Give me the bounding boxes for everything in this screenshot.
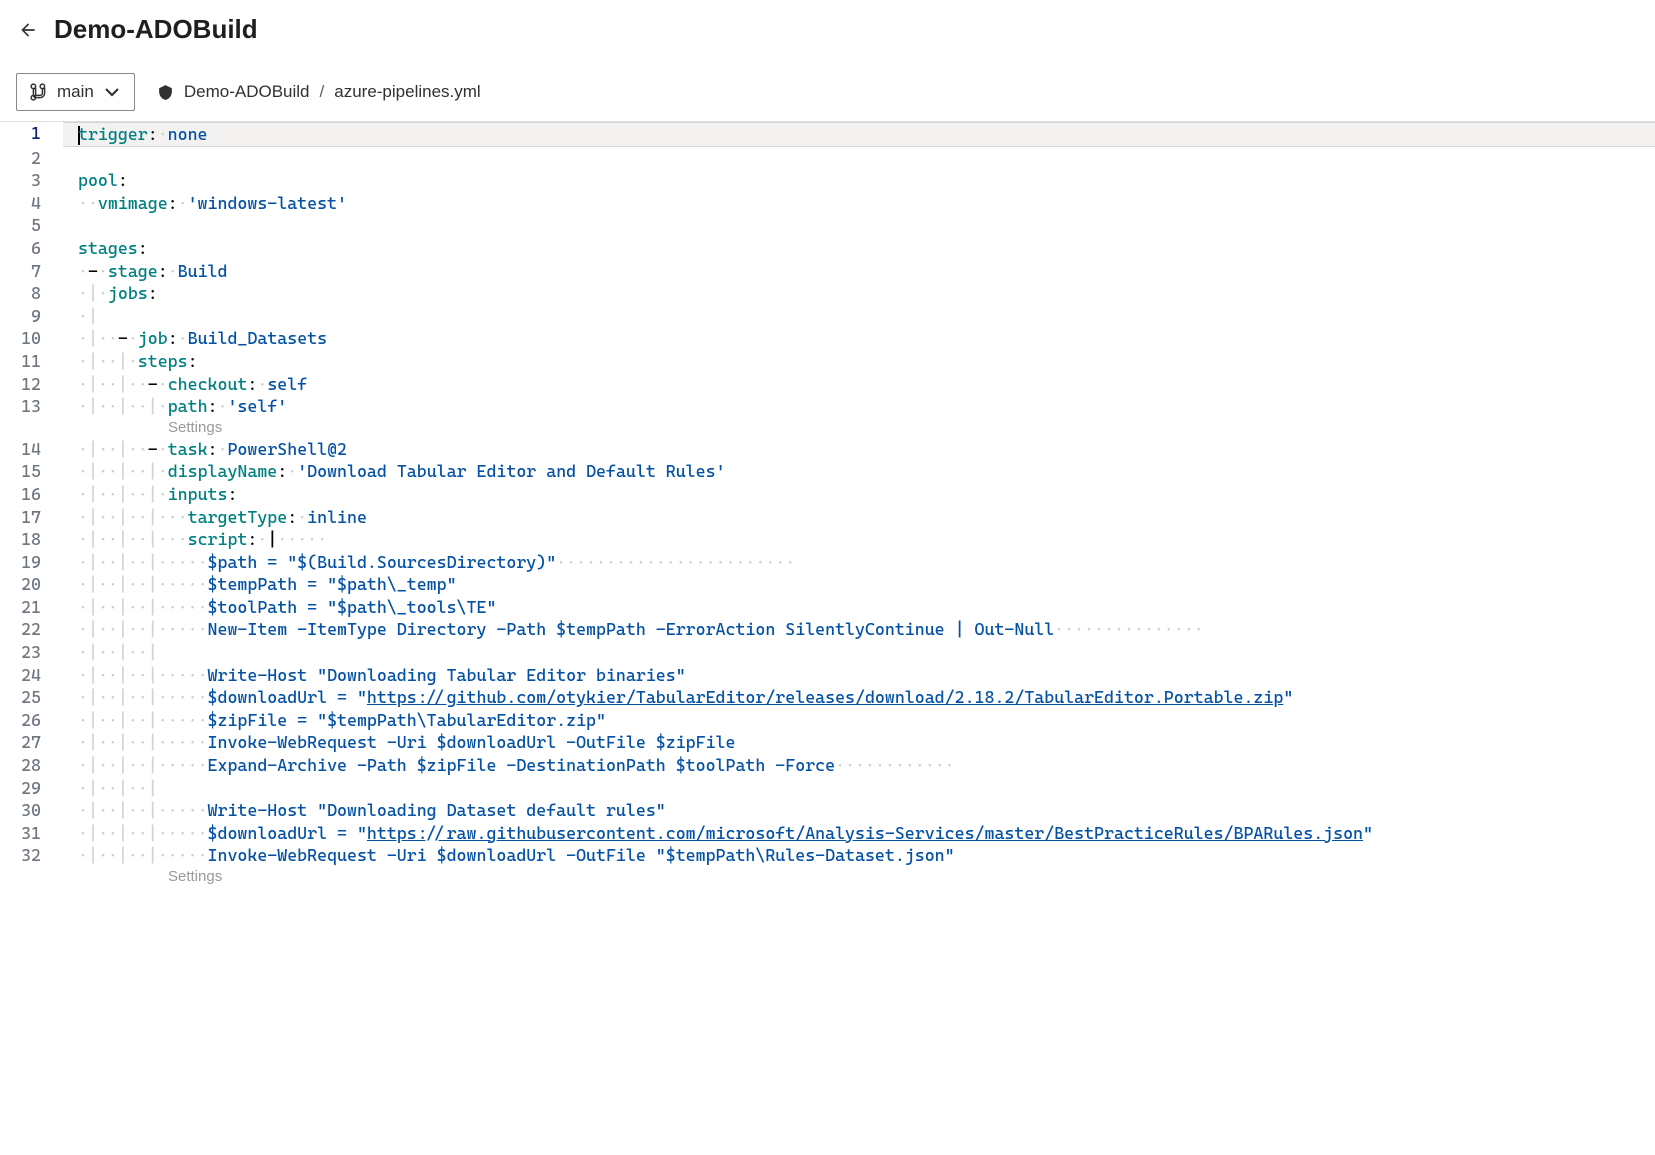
line-number: 1 xyxy=(0,122,63,145)
code-line-20: 20·|··|··|·····$tempPath = "$path\_temp" xyxy=(0,573,1655,596)
breadcrumb-file[interactable]: azure-pipelines.yml xyxy=(334,82,480,102)
page-title: Demo-ADOBuild xyxy=(54,14,258,45)
line-number: 8 xyxy=(0,282,63,305)
line-number: 21 xyxy=(0,596,63,619)
line-number: 11 xyxy=(0,350,63,373)
code-line-13: 13·|··|··|·path:·'self' xyxy=(0,395,1655,418)
codelens-settings[interactable]: Settings xyxy=(63,867,1655,887)
code-line-6: 6stages: xyxy=(0,237,1655,260)
code-line-21: 21·|··|··|·····$toolPath = "$path\_tools… xyxy=(0,596,1655,619)
line-number: 15 xyxy=(0,460,63,483)
line-number: 28 xyxy=(0,754,63,777)
code-line-2: 2 xyxy=(0,147,1655,170)
line-number: 4 xyxy=(0,192,63,215)
code-editor[interactable]: 1trigger:·none 2 3pool: 4··vmimage:·'win… xyxy=(0,122,1655,887)
line-number: 32 xyxy=(0,844,63,867)
code-line-5: 5 xyxy=(0,214,1655,237)
code-line-32: 32·|··|··|·····Invoke-WebRequest -Uri $d… xyxy=(0,844,1655,867)
branch-picker[interactable]: main xyxy=(16,73,135,111)
line-number: 17 xyxy=(0,506,63,529)
code-line-4: 4··vmimage:·'windows-latest' xyxy=(0,192,1655,215)
line-number: 16 xyxy=(0,483,63,506)
code-line-11: 11·|··|·steps: xyxy=(0,350,1655,373)
back-button[interactable] xyxy=(16,18,40,42)
code-line-10: 10·|··-·job:·Build_Datasets xyxy=(0,327,1655,350)
code-line-30: 30·|··|··|·····Write-Host "Downloading D… xyxy=(0,799,1655,822)
code-line-15: 15·|··|··|·displayName:·'Download Tabula… xyxy=(0,460,1655,483)
code-line-12: 12·|··|··-·checkout:·self xyxy=(0,373,1655,396)
breadcrumb: Demo-ADOBuild / azure-pipelines.yml xyxy=(157,82,481,102)
line-number: 2 xyxy=(0,147,63,170)
code-line-1: 1trigger:·none xyxy=(0,122,1655,147)
line-number: 20 xyxy=(0,573,63,596)
chevron-down-icon xyxy=(103,83,121,101)
branch-icon xyxy=(30,83,48,101)
breadcrumb-repo[interactable]: Demo-ADOBuild xyxy=(184,82,310,102)
code-line-28: 28·|··|··|·····Expand-Archive -Path $zip… xyxy=(0,754,1655,777)
code-line-16: 16·|··|··|·inputs: xyxy=(0,483,1655,506)
code-line-8: 8·|·jobs: xyxy=(0,282,1655,305)
code-line-9: 9·| xyxy=(0,305,1655,328)
code-line-3: 3pool: xyxy=(0,169,1655,192)
code-line-26: 26·|··|··|·····$zipFile = "$tempPath\Tab… xyxy=(0,709,1655,732)
repo-icon xyxy=(157,84,174,101)
page-header: Demo-ADOBuild xyxy=(0,0,1655,59)
code-line-25: 25·|··|··|·····$downloadUrl = "https://g… xyxy=(0,686,1655,709)
line-number: 26 xyxy=(0,709,63,732)
line-number: 19 xyxy=(0,551,63,574)
line-number: 6 xyxy=(0,237,63,260)
line-number: 23 xyxy=(0,641,63,664)
code-line-7: 7·-·stage:·Build xyxy=(0,260,1655,283)
code-line-29: 29·|··|··| xyxy=(0,777,1655,800)
line-number: 13 xyxy=(0,395,63,418)
code-line-27: 27·|··|··|·····Invoke-WebRequest -Uri $d… xyxy=(0,731,1655,754)
line-number: 29 xyxy=(0,777,63,800)
line-number: 30 xyxy=(0,799,63,822)
line-number: 25 xyxy=(0,686,63,709)
codelens-settings[interactable]: Settings xyxy=(63,418,1655,438)
toolbar: main Demo-ADOBuild / azure-pipelines.yml xyxy=(0,59,1655,122)
arrow-left-icon xyxy=(18,20,38,40)
breadcrumb-separator: / xyxy=(320,82,325,102)
line-number: 12 xyxy=(0,373,63,396)
code-line-31: 31·|··|··|·····$downloadUrl = "https://r… xyxy=(0,822,1655,845)
line-number: 5 xyxy=(0,214,63,237)
code-line-19: 19·|··|··|·····$path = "$(Build.SourcesD… xyxy=(0,551,1655,574)
line-number: 24 xyxy=(0,664,63,687)
line-number: 22 xyxy=(0,618,63,641)
line-number: 7 xyxy=(0,260,63,283)
line-number: 27 xyxy=(0,731,63,754)
line-number: 9 xyxy=(0,305,63,328)
branch-name: main xyxy=(57,82,94,102)
line-number: 10 xyxy=(0,327,63,350)
line-number: 3 xyxy=(0,169,63,192)
code-line-22: 22·|··|··|·····New-Item -ItemType Direct… xyxy=(0,618,1655,641)
code-line-18: 18·|··|··|···script:·|····· xyxy=(0,528,1655,551)
line-number: 31 xyxy=(0,822,63,845)
code-line-17: 17·|··|··|···targetType:·inline xyxy=(0,506,1655,529)
line-number: 14 xyxy=(0,438,63,461)
code-line-23: 23·|··|··| xyxy=(0,641,1655,664)
line-number: 18 xyxy=(0,528,63,551)
code-line-24: 24·|··|··|·····Write-Host "Downloading T… xyxy=(0,664,1655,687)
code-line-14: 14·|··|··-·task:·PowerShell@2 xyxy=(0,438,1655,461)
